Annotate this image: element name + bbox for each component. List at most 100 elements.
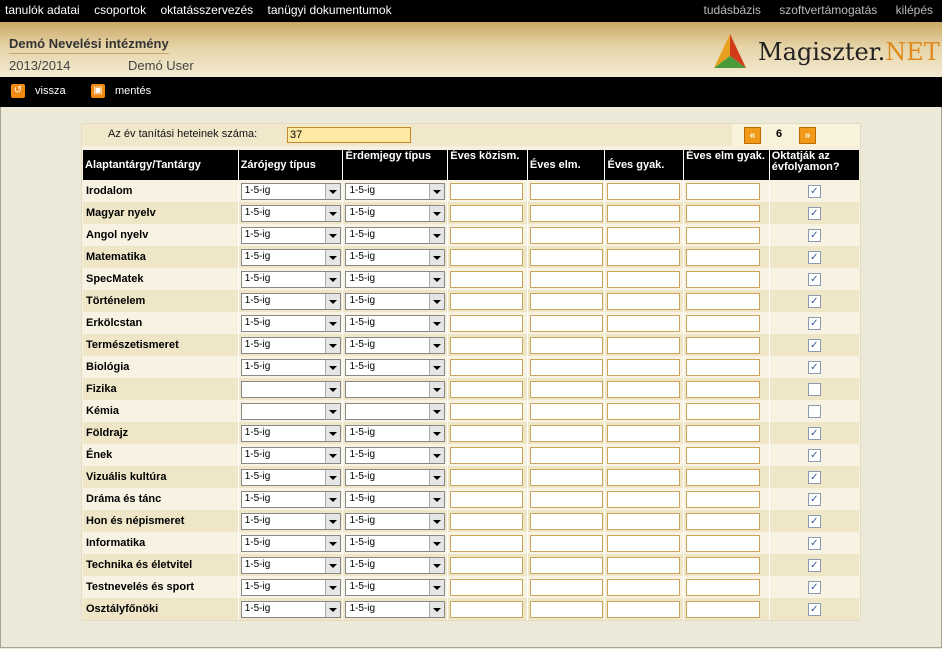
back-button[interactable]: ↺ vissza: [11, 84, 66, 98]
zarojegy-select[interactable]: 1-5-ig: [240, 534, 341, 552]
eves-kozism-input[interactable]: [450, 490, 524, 508]
eves-elm-input[interactable]: [529, 226, 603, 244]
erdemjegy-select[interactable]: 1-5-ig: [345, 446, 446, 464]
eves-gyak-input[interactable]: [607, 600, 681, 618]
erdemjegy-select[interactable]: 1-5-ig: [345, 424, 446, 442]
chevron-down-icon[interactable]: [429, 359, 445, 375]
chevron-down-icon[interactable]: [429, 535, 445, 551]
erdemjegy-select[interactable]: 1-5-ig: [345, 314, 446, 332]
eves-elm-input[interactable]: [529, 336, 603, 354]
chevron-down-icon[interactable]: [324, 271, 340, 287]
eves-elm-input[interactable]: [529, 270, 603, 288]
nav-oktatasszervezes[interactable]: oktatásszervezés: [160, 3, 253, 17]
eves-kozism-input[interactable]: [450, 336, 524, 354]
eves-elm-gyak-input[interactable]: [686, 336, 761, 354]
chevron-down-icon[interactable]: [429, 293, 445, 309]
eves-kozism-input[interactable]: [450, 270, 524, 288]
eves-elm-input[interactable]: [529, 314, 603, 332]
zarojegy-select[interactable]: 1-5-ig: [240, 270, 341, 288]
eves-elm-input[interactable]: [529, 402, 603, 420]
eves-elm-input[interactable]: [529, 512, 603, 530]
eves-kozism-input[interactable]: [450, 380, 524, 398]
chevron-down-icon[interactable]: [429, 403, 445, 419]
oktatjak-checkbox[interactable]: ✓: [807, 580, 821, 594]
zarojegy-select[interactable]: 1-5-ig: [240, 468, 341, 486]
chevron-down-icon[interactable]: [429, 513, 445, 529]
eves-elm-gyak-input[interactable]: [686, 402, 761, 420]
chevron-down-icon[interactable]: [429, 491, 445, 507]
zarojegy-select[interactable]: [240, 380, 341, 398]
chevron-down-icon[interactable]: [324, 425, 340, 441]
eves-gyak-input[interactable]: [607, 534, 681, 552]
chevron-down-icon[interactable]: [429, 381, 445, 397]
chevron-down-icon[interactable]: [324, 227, 340, 243]
eves-elm-input[interactable]: [529, 380, 603, 398]
eves-kozism-input[interactable]: [450, 600, 524, 618]
eves-gyak-input[interactable]: [607, 424, 681, 442]
zarojegy-select[interactable]: 1-5-ig: [240, 424, 341, 442]
chevron-down-icon[interactable]: [324, 491, 340, 507]
erdemjegy-select[interactable]: 1-5-ig: [345, 358, 446, 376]
eves-gyak-input[interactable]: [607, 248, 681, 266]
eves-gyak-input[interactable]: [607, 490, 681, 508]
eves-elm-input[interactable]: [529, 534, 603, 552]
zarojegy-select[interactable]: 1-5-ig: [240, 578, 341, 596]
oktatjak-checkbox[interactable]: ✓: [807, 492, 821, 506]
nav-csoportok[interactable]: csoportok: [94, 3, 146, 17]
eves-elm-gyak-input[interactable]: [686, 358, 761, 376]
eves-gyak-input[interactable]: [607, 446, 681, 464]
chevron-down-icon[interactable]: [429, 469, 445, 485]
oktatjak-checkbox[interactable]: ✓: [807, 470, 821, 484]
chevron-down-icon[interactable]: [324, 403, 340, 419]
eves-elm-input[interactable]: [529, 578, 603, 596]
oktatjak-checkbox[interactable]: ✓: [807, 448, 821, 462]
erdemjegy-select[interactable]: 1-5-ig: [345, 248, 446, 266]
chevron-down-icon[interactable]: [429, 271, 445, 287]
eves-elm-gyak-input[interactable]: [686, 578, 761, 596]
nav-kilepes[interactable]: kilépés: [896, 3, 933, 17]
eves-kozism-input[interactable]: [450, 578, 524, 596]
double-chevron-right-icon[interactable]: »: [799, 127, 816, 144]
eves-gyak-input[interactable]: [607, 380, 681, 398]
eves-gyak-input[interactable]: [607, 314, 681, 332]
erdemjegy-select[interactable]: 1-5-ig: [345, 468, 446, 486]
oktatjak-checkbox[interactable]: [807, 404, 821, 418]
erdemjegy-select[interactable]: 1-5-ig: [345, 578, 446, 596]
zarojegy-select[interactable]: 1-5-ig: [240, 358, 341, 376]
erdemjegy-select[interactable]: 1-5-ig: [345, 336, 446, 354]
eves-kozism-input[interactable]: [450, 402, 524, 420]
eves-kozism-input[interactable]: [450, 292, 524, 310]
zarojegy-select[interactable]: 1-5-ig: [240, 248, 341, 266]
eves-gyak-input[interactable]: [607, 402, 681, 420]
eves-elm-gyak-input[interactable]: [686, 292, 761, 310]
eves-elm-gyak-input[interactable]: [686, 204, 761, 222]
zarojegy-select[interactable]: 1-5-ig: [240, 556, 341, 574]
erdemjegy-select[interactable]: 1-5-ig: [345, 600, 446, 618]
zarojegy-select[interactable]: 1-5-ig: [240, 336, 341, 354]
eves-kozism-input[interactable]: [450, 534, 524, 552]
eves-elm-gyak-input[interactable]: [686, 424, 761, 442]
erdemjegy-select[interactable]: 1-5-ig: [345, 270, 446, 288]
eves-elm-gyak-input[interactable]: [686, 556, 761, 574]
eves-elm-gyak-input[interactable]: [686, 446, 761, 464]
eves-elm-gyak-input[interactable]: [686, 270, 761, 288]
oktatjak-checkbox[interactable]: ✓: [807, 316, 821, 330]
eves-elm-input[interactable]: [529, 182, 603, 200]
chevron-down-icon[interactable]: [324, 513, 340, 529]
chevron-down-icon[interactable]: [324, 579, 340, 595]
eves-kozism-input[interactable]: [450, 314, 524, 332]
eves-elm-input[interactable]: [529, 292, 603, 310]
eves-elm-gyak-input[interactable]: [686, 490, 761, 508]
eves-gyak-input[interactable]: [607, 292, 681, 310]
erdemjegy-select[interactable]: 1-5-ig: [345, 226, 446, 244]
oktatjak-checkbox[interactable]: ✓: [807, 206, 821, 220]
eves-elm-input[interactable]: [529, 468, 603, 486]
chevron-down-icon[interactable]: [429, 249, 445, 265]
oktatjak-checkbox[interactable]: ✓: [807, 558, 821, 572]
chevron-down-icon[interactable]: [324, 469, 340, 485]
chevron-down-icon[interactable]: [324, 535, 340, 551]
eves-gyak-input[interactable]: [607, 204, 681, 222]
oktatjak-checkbox[interactable]: ✓: [807, 228, 821, 242]
chevron-down-icon[interactable]: [429, 183, 445, 199]
eves-elm-input[interactable]: [529, 424, 603, 442]
